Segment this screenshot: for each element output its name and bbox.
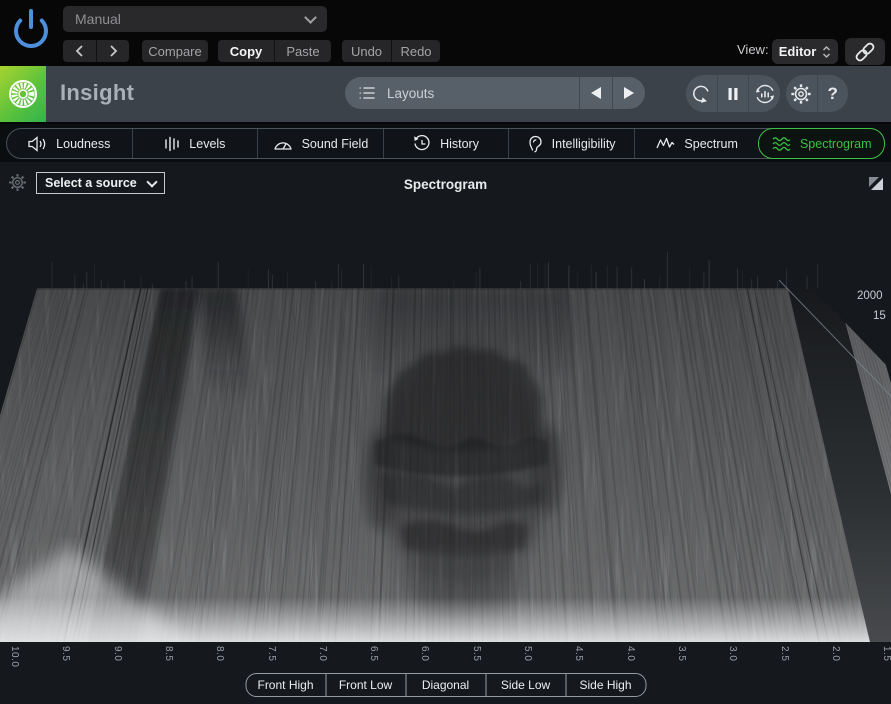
chevron-down-icon — [304, 11, 317, 24]
tab-history[interactable]: History — [382, 129, 509, 158]
time-axis-label: 9.5 — [60, 646, 72, 662]
view-mode-select[interactable]: Editor — [772, 39, 838, 64]
spectrogram-panel: Select a source Spectrogram 2000 15 10.0… — [0, 162, 891, 704]
tab-label: Spectrogram — [799, 136, 872, 151]
view-mode-value: Editor — [778, 44, 817, 59]
plugin-header: Insight Layouts ? — [0, 66, 891, 172]
power-button[interactable] — [8, 5, 54, 53]
waves-icon — [772, 136, 791, 151]
time-axis-label: 7.0 — [316, 646, 328, 662]
tab-label: Sound Field — [301, 136, 369, 151]
time-axis: 10.0 9.5 9.0 8.5 8.0 7.5 7.0 6.5 6.0 5.5 5.0 4.5 4.0… — [0, 644, 891, 672]
redo-button[interactable]: Redo — [391, 40, 440, 62]
meter-tabs-bar: Loudness Levels Sound Field History Inte… — [0, 124, 891, 162]
preset-prev-button[interactable] — [63, 40, 96, 62]
tab-label: Intelligibility — [551, 136, 616, 151]
side-high-button[interactable]: Side High — [565, 674, 645, 696]
chevron-left-icon — [75, 45, 83, 57]
layouts-label: Layouts — [387, 85, 435, 101]
panel-title: Spectrogram — [403, 177, 488, 192]
time-axis-label: 10.0 — [9, 646, 20, 668]
tab-label: History — [440, 136, 479, 151]
link-button[interactable] — [845, 38, 885, 65]
time-axis-label: 2.0 — [829, 646, 841, 662]
tab-sound-field[interactable]: Sound Field — [257, 129, 383, 158]
time-axis-label: 3.5 — [675, 646, 687, 662]
time-axis-label: 4.5 — [573, 646, 585, 662]
preset-value: Manual — [75, 11, 121, 27]
izotope-iris-icon — [9, 80, 37, 108]
time-axis-label: 7.5 — [265, 646, 277, 662]
layout-prev-button[interactable] — [579, 77, 612, 109]
tab-label: Loudness — [56, 136, 111, 151]
meter-bars-icon — [165, 136, 179, 151]
chain-link-icon — [855, 42, 875, 61]
up-down-chevrons-icon — [823, 45, 831, 58]
gear-icon — [791, 83, 811, 104]
izotope-logo — [0, 66, 46, 122]
tab-label: Levels — [189, 136, 226, 151]
tab-spectrum[interactable]: Spectrum — [633, 129, 760, 158]
tab-intelligibility[interactable]: Intelligibility — [508, 129, 634, 158]
reset-meters-icon — [755, 84, 774, 103]
settings-button[interactable] — [786, 75, 817, 112]
compare-button[interactable]: Compare — [142, 40, 208, 62]
transport-pill — [686, 75, 780, 112]
expand-panel-button[interactable] — [868, 176, 884, 192]
app-title: Insight — [60, 80, 135, 105]
layouts-main[interactable]: Layouts — [345, 77, 579, 109]
paste-button[interactable]: Paste — [274, 40, 331, 62]
tab-levels[interactable]: Levels — [131, 129, 258, 158]
diagonal-button[interactable]: Diagonal — [405, 674, 485, 696]
side-low-button[interactable]: Side Low — [485, 674, 565, 696]
chevron-right-icon — [109, 45, 117, 57]
time-axis-label: 5.5 — [470, 646, 482, 662]
history-clock-icon — [414, 135, 430, 151]
layouts-dropdown[interactable]: Layouts — [345, 77, 645, 109]
ear-icon — [528, 135, 542, 152]
freq-axis-label-2000: 2000 — [857, 290, 883, 302]
waveform-icon — [656, 137, 675, 149]
perspective-buttons: Front High Front Low Diagonal Side Low S… — [245, 673, 646, 697]
front-low-button[interactable]: Front Low — [325, 674, 405, 696]
triangle-left-icon — [591, 87, 601, 99]
view-label: View: — [737, 42, 769, 57]
tab-label: Spectrum — [684, 136, 738, 151]
pause-icon — [728, 87, 738, 100]
loop-icon — [693, 85, 710, 103]
copy-button[interactable]: Copy — [218, 40, 274, 62]
insight-plugin-window: Manual Compare Copy Paste Undo Redo View… — [0, 0, 891, 704]
meter-tabs: Loudness Levels Sound Field History Inte… — [6, 128, 886, 159]
freq-axis-label-15: 15 — [873, 310, 886, 322]
layout-next-button[interactable] — [612, 77, 645, 109]
settings-pill: ? — [786, 75, 848, 112]
help-button[interactable]: ? — [816, 75, 849, 112]
reset-meters-button[interactable] — [748, 75, 780, 112]
speaker-icon — [28, 135, 46, 152]
spectrogram-canvas[interactable]: 2000 15 — [0, 252, 891, 642]
time-axis-label: 6.5 — [368, 646, 380, 662]
tab-loudness[interactable]: Loudness — [7, 129, 132, 158]
triangle-right-icon — [624, 87, 634, 99]
time-axis-label: 5.0 — [522, 646, 533, 662]
preset-dropdown[interactable]: Manual — [63, 6, 327, 32]
time-axis-label: 2.5 — [778, 646, 790, 662]
tab-spectrogram[interactable]: Spectrogram — [758, 128, 886, 159]
continuous-playback-button[interactable] — [686, 75, 717, 112]
pause-button[interactable] — [716, 75, 749, 112]
time-axis-label: 9.0 — [111, 646, 123, 662]
preset-next-button[interactable] — [96, 40, 129, 62]
time-axis-label: 3.0 — [727, 646, 739, 662]
time-axis-label: 8.0 — [214, 646, 226, 662]
host-chrome-bar: Manual Compare Copy Paste Undo Redo View… — [0, 0, 891, 65]
time-axis-label: 6.0 — [419, 646, 431, 662]
list-icon — [359, 87, 375, 99]
time-axis-label: 1.5 — [881, 646, 891, 662]
front-high-button[interactable]: Front High — [246, 674, 325, 696]
gauge-icon — [273, 141, 292, 150]
time-axis-label: 8.5 — [162, 646, 174, 662]
undo-button[interactable]: Undo — [342, 40, 391, 62]
time-axis-label: 4.0 — [624, 646, 636, 662]
help-label: ? — [827, 83, 838, 103]
